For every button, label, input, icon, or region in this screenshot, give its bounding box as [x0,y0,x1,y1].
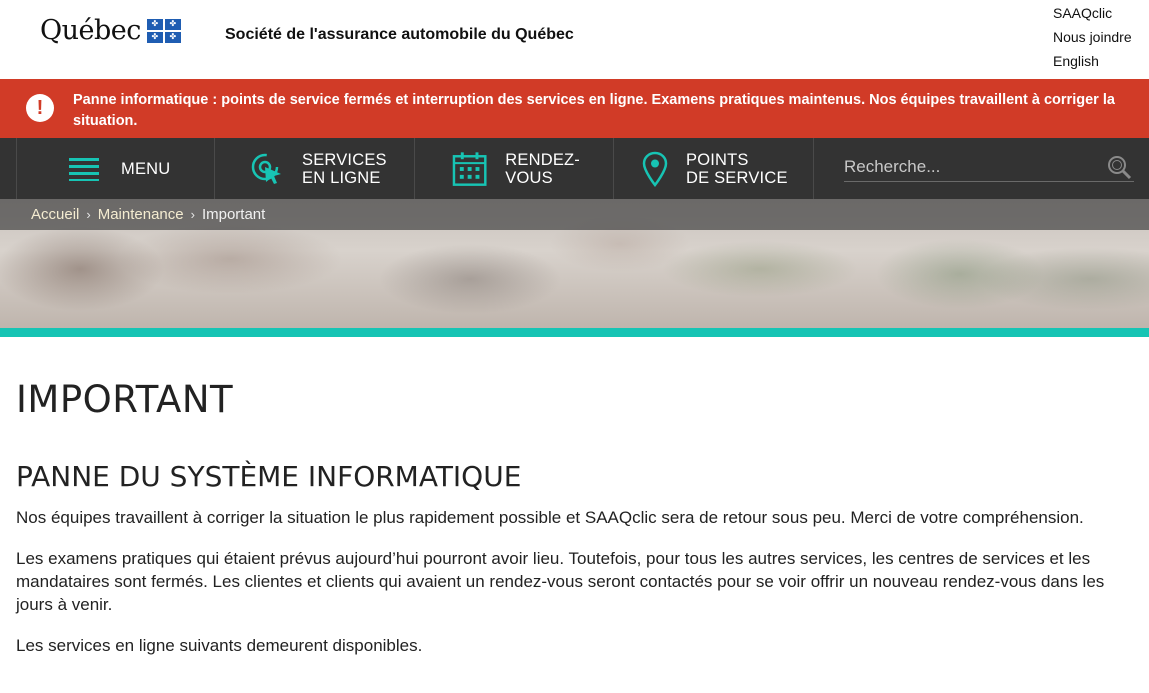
breadcrumb-separator: › [86,207,91,222]
section-title: PANNE DU SYSTÈME INFORMATIQUE [16,460,522,493]
location-pin-icon [642,151,668,187]
quebec-logo[interactable]: Québec ✤ ✤ ✤ ✤ [40,15,181,46]
nav-services-en-ligne[interactable]: SERVICES EN LIGNE [215,138,415,199]
fleur-de-lis-flag-icon: ✤ ✤ ✤ ✤ [146,18,181,43]
main-nav: MENU SERVICES EN LIGNE RENDEZ- VOUS POIN… [0,138,1149,199]
menu-label: MENU [121,159,171,178]
paragraph-2: Les examens pratiques qui étaient prévus… [16,549,1105,614]
breadcrumb-maintenance[interactable]: Maintenance [98,206,184,223]
breadcrumb-current: Important [201,206,266,223]
outage-alert-banner: ! Panne informatique : points de service… [0,79,1149,138]
alert-message: Panne informatique : points de service f… [73,92,1115,129]
paragraph-3: Les services en ligne suivants demeurent… [16,636,423,655]
menu-button[interactable]: MENU [16,138,215,199]
rdv-label: RENDEZ- VOUS [505,150,580,187]
services-label: SERVICES EN LIGNE [302,150,387,187]
nav-rendez-vous[interactable]: RENDEZ- VOUS [415,138,614,199]
logo-wordmark: Québec [40,15,141,46]
cursor-click-icon [251,153,281,184]
hero-banner: Accueil › Maintenance › Important [0,199,1149,328]
search-area [814,138,1149,199]
page-title: IMPORTANT [16,378,234,421]
organization-name: Société de l'assurance automobile du Qué… [225,26,574,43]
breadcrumb: Accueil › Maintenance › Important [0,199,1149,230]
paragraph-1: Nos équipes travaillent à corriger la si… [16,508,1084,527]
hamburger-icon [69,157,99,181]
exclamation-icon: ! [26,94,54,122]
top-header: Québec ✤ ✤ ✤ ✤ Société de l'assurance autom… [0,0,1149,79]
accent-divider [0,328,1149,337]
nav-points-de-service[interactable]: POINTS DE SERVICE [614,138,814,199]
points-label: POINTS DE SERVICE [686,150,788,187]
calendar-icon [452,151,487,186]
breadcrumb-accueil[interactable]: Accueil [31,206,79,223]
contact-link[interactable]: Nous joindre [1053,28,1132,46]
saaqclic-link[interactable]: SAAQclic [1053,4,1132,22]
english-link[interactable]: English [1053,52,1132,70]
search-input[interactable] [844,152,1134,182]
search-icon[interactable] [1106,154,1132,180]
utility-links: SAAQclic Nous joindre English [1053,4,1132,70]
main-content: IMPORTANT PANNE DU SYSTÈME INFORMATIQUE … [0,378,1149,657]
breadcrumb-separator: › [190,207,195,222]
